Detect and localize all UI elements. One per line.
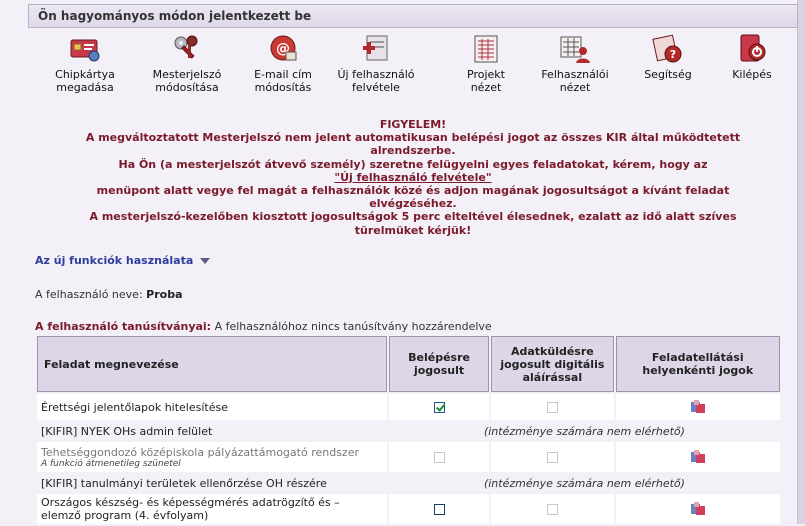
chip-card-icon — [70, 39, 100, 62]
warning-title: FIGYELEM! — [379, 118, 447, 131]
login-checkbox[interactable] — [433, 504, 445, 515]
user-name-line: A felhasználó neve: Proba — [35, 288, 183, 301]
chevron-down-icon — [200, 258, 211, 264]
sign-checkbox[interactable] — [546, 504, 558, 515]
permissions-edit-icon[interactable] — [690, 400, 706, 414]
new-functions-toggle[interactable]: Az új funkciók használata — [35, 254, 211, 267]
task-name: [KIFIR] NYEK OHs admin felület — [37, 422, 387, 440]
permissions-edit-icon[interactable] — [690, 450, 706, 464]
new-user-button[interactable]: Új felhasználó felvétele — [336, 32, 416, 94]
table-row: Érettségi jelentőlapok hitelesítése — [37, 394, 780, 420]
login-checkbox[interactable] — [433, 402, 445, 413]
toolbar: Chipkártya megadása Mesterjelszó módosít… — [28, 32, 798, 100]
help-icon: ? — [652, 34, 682, 63]
table-row: Tehetséggondozó középiskola pályázattámo… — [37, 442, 780, 472]
keys-icon — [174, 35, 198, 59]
header-rights: Feladatellátási helyenkénti jogok — [615, 336, 780, 392]
add-user-icon — [363, 35, 388, 61]
warning-message: FIGYELEM! A megváltoztatott Mesterjelszó… — [28, 118, 798, 237]
project-view-button[interactable]: Projekt nézet — [446, 32, 526, 94]
email-change-button[interactable]: @ E-mail cím módosítás — [243, 32, 323, 94]
main-frame: Ön hagyományos módon jelentkezett be Chi… — [0, 0, 799, 524]
header-sign: Adatküldésre jogosult digitális aláíráss… — [491, 336, 614, 392]
task-subnote: A funkció átmenetileg szünetel — [41, 458, 181, 469]
task-name: Érettségi jelentőlapok hitelesítése — [37, 394, 387, 420]
master-password-button[interactable]: Mesterjelszó módosítása — [147, 32, 227, 94]
permissions-edit-icon[interactable] — [690, 502, 706, 516]
header-task: Feladat megnevezése — [37, 336, 387, 392]
not-available-note: (intézménye számára nem elérhető) — [388, 422, 780, 440]
user-view-button[interactable]: Felhasználói nézet — [535, 32, 615, 94]
user-name-value: Proba — [146, 288, 183, 301]
new-user-link[interactable]: "Új felhasználó felvétele" — [334, 171, 491, 184]
table-row: [KIFIR] NYEK OHs admin felület (intézmén… — [37, 422, 780, 440]
login-checkbox[interactable] — [433, 452, 445, 463]
task-name: [KIFIR] tanulmányi területek ellenőrzése… — [37, 474, 387, 492]
permissions-table: Feladat megnevezése Belépésre jogosult A… — [35, 334, 782, 526]
help-button[interactable]: ? Segítség — [628, 32, 708, 81]
table-header-row: Feladat megnevezése Belépésre jogosult A… — [37, 336, 780, 392]
email-icon: @ — [270, 35, 297, 61]
task-name-cont: elemző program (4. évfolyam) — [41, 509, 209, 522]
header-login: Belépésre jogosult — [388, 336, 490, 392]
chip-card-button[interactable]: Chipkártya megadása — [45, 32, 125, 94]
exit-button[interactable]: Kilépés — [712, 32, 792, 81]
login-status-text: Ön hagyományos módon jelentkezett be — [38, 9, 312, 23]
task-name: Tehetséggondozó középiskola pályázattámo… — [41, 445, 359, 459]
not-available-note: (intézménye számára nem elérhető) — [388, 474, 780, 492]
table-row: [KIFIR] tanulmányi területek ellenőrzése… — [37, 474, 780, 492]
task-name: Országos készség- és képességmérés adatr… — [41, 496, 340, 509]
exit-icon — [740, 34, 766, 62]
table-row: Országos készség- és képességmérés adatr… — [37, 494, 780, 524]
user-view-icon — [560, 36, 590, 63]
certificates-line: A felhasználó tanúsítványai: A felhaszná… — [35, 320, 492, 333]
login-status-bar: Ön hagyományos módon jelentkezett be — [28, 4, 798, 28]
vertical-scrollbar[interactable] — [798, 0, 805, 524]
sign-checkbox[interactable] — [546, 452, 558, 463]
sign-checkbox[interactable] — [546, 402, 558, 413]
svg-text:?: ? — [670, 48, 676, 61]
project-grid-icon — [474, 35, 498, 63]
